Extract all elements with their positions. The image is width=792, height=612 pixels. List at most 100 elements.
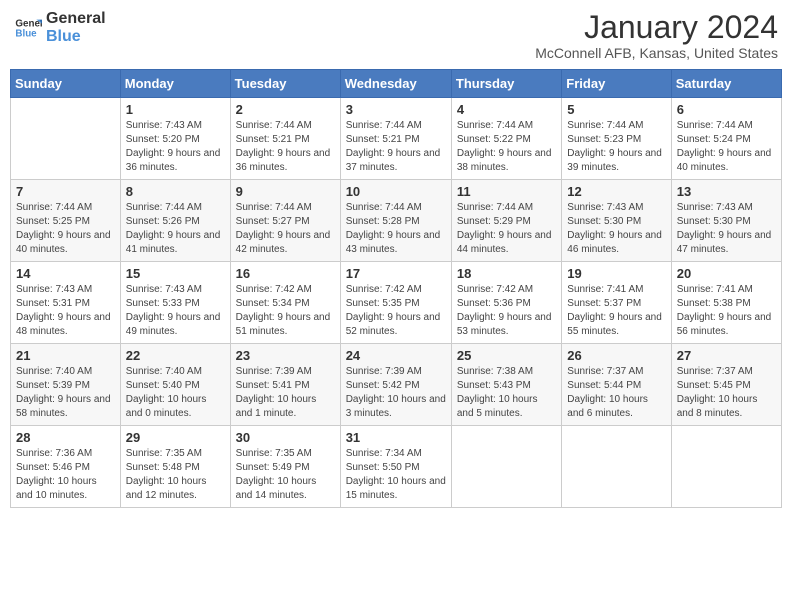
day-number: 19 xyxy=(567,266,665,281)
column-header-thursday: Thursday xyxy=(451,70,561,98)
calendar-cell: 16 Sunrise: 7:42 AM Sunset: 5:34 PM Dayli… xyxy=(230,262,340,344)
calendar-cell: 10Sunrise: 7:44 AM Sunset: 5:28 PM Dayli… xyxy=(340,180,451,262)
calendar-cell: 31 Sunrise: 7:34 AM Sunset: 5:50 PM Dayli… xyxy=(340,426,451,508)
day-info: Sunrise: 7:40 AM Sunset: 5:39 PM Dayligh… xyxy=(16,365,115,421)
calendar-cell: 4 Sunrise: 7:44 AM Sunset: 5:22 PM Daylig… xyxy=(451,98,561,180)
calendar-header-row: SundayMondayTuesdayWednesdayThursdayFrid… xyxy=(11,70,782,98)
calendar-week-row: 28 Sunrise: 7:36 AM Sunset: 5:46 PM Dayli… xyxy=(11,426,782,508)
day-info: Sunrise: 7:42 AM Sunset: 5:34 PM Dayligh… xyxy=(236,283,335,339)
logo-blue-text: Blue xyxy=(46,28,106,46)
day-number: 28 xyxy=(16,430,115,445)
calendar-cell: 6 Sunrise: 7:44 AM Sunset: 5:24 PM Daylig… xyxy=(671,98,781,180)
calendar-cell: 25Sunrise: 7:38 AM Sunset: 5:43 PM Dayli… xyxy=(451,344,561,426)
column-header-saturday: Saturday xyxy=(671,70,781,98)
day-info: Sunrise: 7:35 AM Sunset: 5:48 PM Dayligh… xyxy=(126,447,225,503)
day-info: Sunrise: 7:42 AM Sunset: 5:36 PM Dayligh… xyxy=(457,283,556,339)
day-info: Sunrise: 7:44 AM Sunset: 5:24 PM Dayligh… xyxy=(677,119,776,175)
calendar-body: 1 Sunrise: 7:43 AM Sunset: 5:20 PM Daylig… xyxy=(11,98,782,508)
day-number: 6 xyxy=(677,102,776,117)
title-area: January 2024 McConnell AFB, Kansas, Unit… xyxy=(535,10,778,61)
day-number: 21 xyxy=(16,348,115,363)
day-info: Sunrise: 7:39 AM Sunset: 5:41 PM Dayligh… xyxy=(236,365,335,421)
logo: General Blue General Blue xyxy=(14,10,106,45)
day-number: 2 xyxy=(236,102,335,117)
day-number: 3 xyxy=(346,102,446,117)
day-info: Sunrise: 7:38 AM Sunset: 5:43 PM Dayligh… xyxy=(457,365,556,421)
calendar-cell: 21 Sunrise: 7:40 AM Sunset: 5:39 PM Dayli… xyxy=(11,344,121,426)
calendar-cell: 20Sunrise: 7:41 AM Sunset: 5:38 PM Dayli… xyxy=(671,262,781,344)
calendar-cell: 17Sunrise: 7:42 AM Sunset: 5:35 PM Dayli… xyxy=(340,262,451,344)
column-header-wednesday: Wednesday xyxy=(340,70,451,98)
day-number: 31 xyxy=(346,430,446,445)
day-info: Sunrise: 7:37 AM Sunset: 5:45 PM Dayligh… xyxy=(677,365,776,421)
day-info: Sunrise: 7:43 AM Sunset: 5:20 PM Dayligh… xyxy=(126,119,225,175)
day-info: Sunrise: 7:44 AM Sunset: 5:21 PM Dayligh… xyxy=(236,119,335,175)
day-number: 16 xyxy=(236,266,335,281)
day-number: 13 xyxy=(677,184,776,199)
calendar-cell: 18 Sunrise: 7:42 AM Sunset: 5:36 PM Dayli… xyxy=(451,262,561,344)
day-number: 15 xyxy=(126,266,225,281)
logo-general-text: General xyxy=(46,10,106,28)
day-info: Sunrise: 7:35 AM Sunset: 5:49 PM Dayligh… xyxy=(236,447,335,503)
calendar-cell: 11Sunrise: 7:44 AM Sunset: 5:29 PM Dayli… xyxy=(451,180,561,262)
day-number: 24 xyxy=(346,348,446,363)
calendar-week-row: 21 Sunrise: 7:40 AM Sunset: 5:39 PM Dayli… xyxy=(11,344,782,426)
svg-text:Blue: Blue xyxy=(15,28,37,39)
calendar-week-row: 1 Sunrise: 7:43 AM Sunset: 5:20 PM Daylig… xyxy=(11,98,782,180)
logo-icon: General Blue xyxy=(14,14,42,42)
day-number: 23 xyxy=(236,348,335,363)
day-info: Sunrise: 7:41 AM Sunset: 5:37 PM Dayligh… xyxy=(567,283,665,339)
calendar-cell: 30 Sunrise: 7:35 AM Sunset: 5:49 PM Dayli… xyxy=(230,426,340,508)
day-info: Sunrise: 7:44 AM Sunset: 5:29 PM Dayligh… xyxy=(457,201,556,257)
day-number: 1 xyxy=(126,102,225,117)
calendar-cell: 26 Sunrise: 7:37 AM Sunset: 5:44 PM Dayli… xyxy=(562,344,671,426)
day-number: 9 xyxy=(236,184,335,199)
calendar-cell: 27Sunrise: 7:37 AM Sunset: 5:45 PM Dayli… xyxy=(671,344,781,426)
day-number: 8 xyxy=(126,184,225,199)
calendar-cell: 12 Sunrise: 7:43 AM Sunset: 5:30 PM Dayli… xyxy=(562,180,671,262)
day-info: Sunrise: 7:44 AM Sunset: 5:23 PM Dayligh… xyxy=(567,119,665,175)
calendar-cell: 15Sunrise: 7:43 AM Sunset: 5:33 PM Dayli… xyxy=(120,262,230,344)
day-number: 12 xyxy=(567,184,665,199)
calendar-week-row: 7 Sunrise: 7:44 AM Sunset: 5:25 PM Daylig… xyxy=(11,180,782,262)
calendar-cell: 1 Sunrise: 7:43 AM Sunset: 5:20 PM Daylig… xyxy=(120,98,230,180)
calendar-cell: 13 Sunrise: 7:43 AM Sunset: 5:30 PM Dayli… xyxy=(671,180,781,262)
calendar-cell: 29 Sunrise: 7:35 AM Sunset: 5:48 PM Dayli… xyxy=(120,426,230,508)
day-number: 18 xyxy=(457,266,556,281)
day-number: 29 xyxy=(126,430,225,445)
calendar-cell: 28 Sunrise: 7:36 AM Sunset: 5:46 PM Dayli… xyxy=(11,426,121,508)
day-info: Sunrise: 7:44 AM Sunset: 5:27 PM Dayligh… xyxy=(236,201,335,257)
day-info: Sunrise: 7:34 AM Sunset: 5:50 PM Dayligh… xyxy=(346,447,446,503)
day-info: Sunrise: 7:43 AM Sunset: 5:30 PM Dayligh… xyxy=(567,201,665,257)
calendar-cell: 2 Sunrise: 7:44 AM Sunset: 5:21 PM Daylig… xyxy=(230,98,340,180)
location-subtitle: McConnell AFB, Kansas, United States xyxy=(535,45,778,61)
day-info: Sunrise: 7:44 AM Sunset: 5:22 PM Dayligh… xyxy=(457,119,556,175)
day-info: Sunrise: 7:44 AM Sunset: 5:25 PM Dayligh… xyxy=(16,201,115,257)
calendar-week-row: 14Sunrise: 7:43 AM Sunset: 5:31 PM Dayli… xyxy=(11,262,782,344)
calendar-cell xyxy=(451,426,561,508)
day-number: 20 xyxy=(677,266,776,281)
day-info: Sunrise: 7:36 AM Sunset: 5:46 PM Dayligh… xyxy=(16,447,115,503)
calendar-cell: 8Sunrise: 7:44 AM Sunset: 5:26 PM Daylig… xyxy=(120,180,230,262)
calendar-cell: 24Sunrise: 7:39 AM Sunset: 5:42 PM Dayli… xyxy=(340,344,451,426)
day-info: Sunrise: 7:43 AM Sunset: 5:31 PM Dayligh… xyxy=(16,283,115,339)
day-number: 4 xyxy=(457,102,556,117)
calendar-cell: 7 Sunrise: 7:44 AM Sunset: 5:25 PM Daylig… xyxy=(11,180,121,262)
column-header-sunday: Sunday xyxy=(11,70,121,98)
calendar-cell: 14Sunrise: 7:43 AM Sunset: 5:31 PM Dayli… xyxy=(11,262,121,344)
day-number: 22 xyxy=(126,348,225,363)
calendar-cell: 5Sunrise: 7:44 AM Sunset: 5:23 PM Daylig… xyxy=(562,98,671,180)
day-number: 30 xyxy=(236,430,335,445)
calendar-cell xyxy=(11,98,121,180)
calendar-cell: 23 Sunrise: 7:39 AM Sunset: 5:41 PM Dayli… xyxy=(230,344,340,426)
day-info: Sunrise: 7:37 AM Sunset: 5:44 PM Dayligh… xyxy=(567,365,665,421)
column-header-tuesday: Tuesday xyxy=(230,70,340,98)
day-info: Sunrise: 7:43 AM Sunset: 5:30 PM Dayligh… xyxy=(677,201,776,257)
day-number: 7 xyxy=(16,184,115,199)
month-title: January 2024 xyxy=(535,10,778,45)
day-number: 26 xyxy=(567,348,665,363)
day-info: Sunrise: 7:44 AM Sunset: 5:28 PM Dayligh… xyxy=(346,201,446,257)
column-header-monday: Monday xyxy=(120,70,230,98)
calendar-table: SundayMondayTuesdayWednesdayThursdayFrid… xyxy=(10,69,782,508)
day-info: Sunrise: 7:40 AM Sunset: 5:40 PM Dayligh… xyxy=(126,365,225,421)
